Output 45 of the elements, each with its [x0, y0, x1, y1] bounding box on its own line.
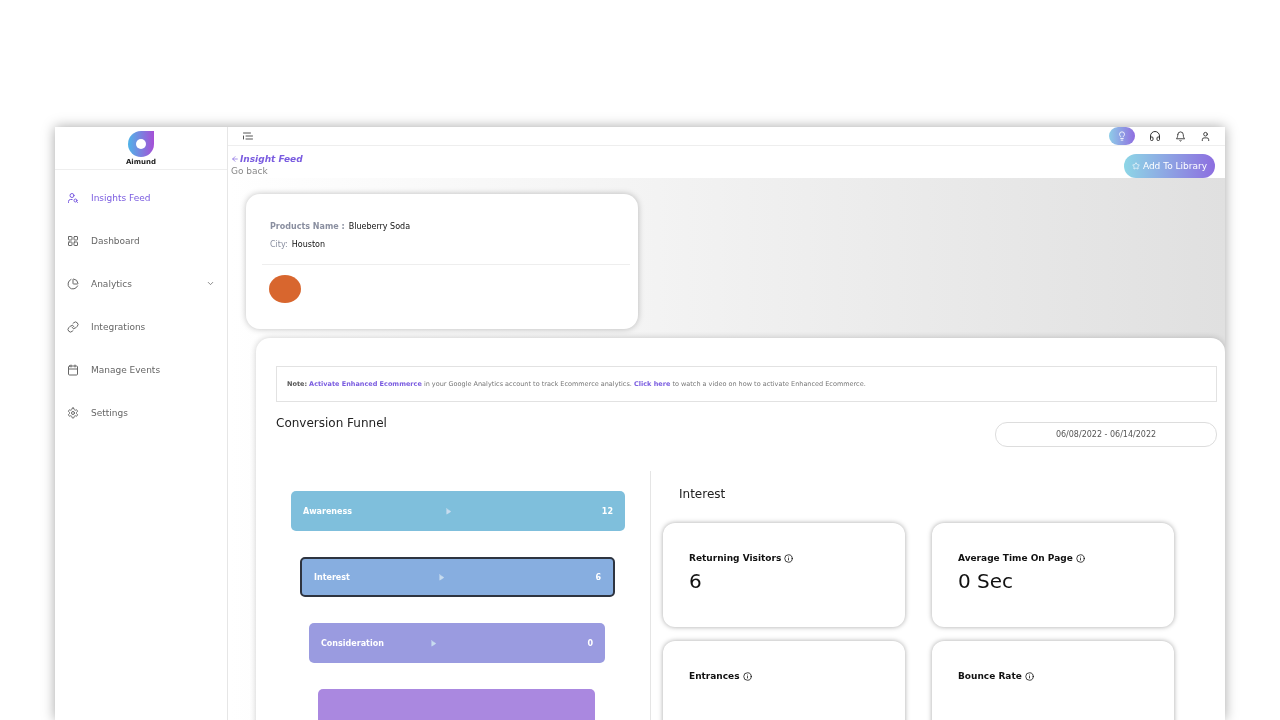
- metric-label: Returning Visitors: [689, 553, 782, 563]
- city-label: City:: [270, 240, 288, 249]
- sidebar-item[interactable]: Manage Events: [55, 348, 227, 391]
- product-name: Blueberry Soda: [348, 222, 411, 231]
- info-icon[interactable]: [1024, 671, 1034, 681]
- funnel-stage[interactable]: Consideration 0: [309, 623, 605, 663]
- sidebar-item[interactable]: Insights Feed: [55, 176, 227, 219]
- sidebar-item[interactable]: Settings: [55, 391, 227, 434]
- sidebar-item[interactable]: Integrations: [55, 305, 227, 348]
- lightbulb-icon: [1117, 131, 1127, 141]
- city-value: Houston: [291, 240, 326, 249]
- star-icon: [1131, 162, 1140, 170]
- metric-label: Entrances: [689, 671, 740, 681]
- sidebar-item[interactable]: Analytics: [55, 262, 227, 305]
- pie-chart-icon: [67, 277, 79, 290]
- date-range-field[interactable]: 06/08/2022 - 06/14/2022: [995, 422, 1217, 447]
- metric-label: Average Time On Page: [958, 553, 1073, 563]
- play-icon: [444, 507, 452, 515]
- person-search-icon: [67, 191, 79, 204]
- info-icon[interactable]: [784, 553, 794, 563]
- bell-icon[interactable]: [1175, 130, 1186, 142]
- product-name-label: Products Name :: [270, 222, 345, 231]
- section-title: Conversion Funnel: [276, 416, 387, 430]
- headphones-icon[interactable]: [1149, 130, 1161, 142]
- logo-icon: [126, 130, 156, 158]
- sidebar-item[interactable]: Dashboard: [55, 219, 227, 262]
- link-icon: [67, 320, 79, 333]
- settings-icon: [67, 406, 79, 419]
- avatar: [269, 275, 301, 303]
- info-icon[interactable]: [1075, 553, 1085, 563]
- detail-title: Interest: [679, 487, 727, 501]
- metric-value: 0 Sec: [958, 569, 1015, 593]
- grid-icon: [67, 234, 79, 247]
- user-icon[interactable]: [1200, 130, 1211, 142]
- arrow-left-icon: [231, 155, 239, 163]
- go-back-link[interactable]: Go back: [231, 166, 303, 176]
- metric-value: 6: [689, 569, 703, 593]
- menu-icon[interactable]: [242, 130, 254, 142]
- calendar-icon: [67, 363, 79, 376]
- lightbulb-button[interactable]: [1109, 127, 1135, 145]
- breadcrumb-link[interactable]: Insight Feed: [231, 154, 303, 164]
- play-icon: [438, 573, 446, 581]
- play-icon: [430, 639, 438, 647]
- metric-label: Bounce Rate: [958, 671, 1022, 681]
- info-icon[interactable]: [742, 671, 752, 681]
